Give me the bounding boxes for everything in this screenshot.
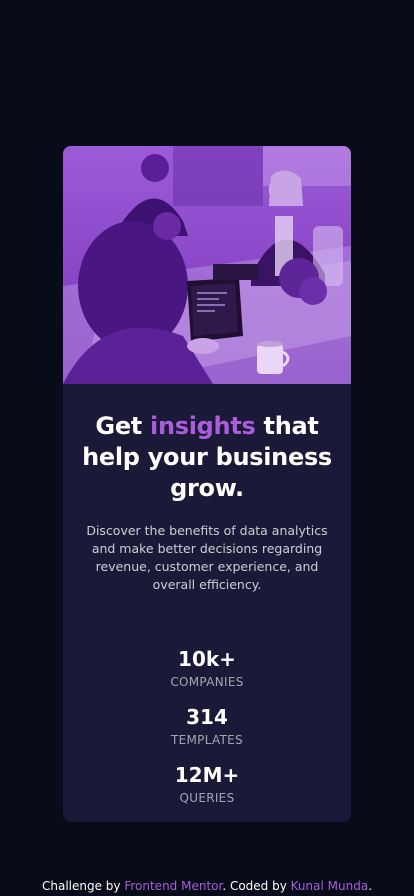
stat-templates: 314 TEMPLATES xyxy=(77,704,337,748)
attribution-middle: . Coded by xyxy=(222,879,291,893)
card-content: Get insights that help your business gro… xyxy=(63,411,351,806)
hero-image xyxy=(63,146,351,384)
stat-label: COMPANIES xyxy=(170,675,244,689)
stats-card: Get insights that help your business gro… xyxy=(63,146,351,822)
stat-value: 314 xyxy=(186,705,228,729)
stat-value: 10k+ xyxy=(178,647,236,671)
office-photo-illustration xyxy=(63,146,351,384)
stat-queries: 12M+ QUERIES xyxy=(77,762,337,806)
attribution: Challenge by Frontend Mentor. Coded by K… xyxy=(0,877,414,895)
card-title: Get insights that help your business gro… xyxy=(77,411,337,504)
attribution-prefix: Challenge by xyxy=(41,879,125,893)
stat-label: TEMPLATES xyxy=(171,733,243,747)
stat-value: 12M+ xyxy=(174,763,240,787)
stat-label: QUERIES xyxy=(179,791,235,805)
frontend-mentor-link[interactable]: Frontend Mentor xyxy=(124,879,222,893)
attribution-suffix: . xyxy=(368,879,373,893)
title-accent: insights xyxy=(150,412,256,440)
page: Get insights that help your business gro… xyxy=(0,0,414,896)
stat-companies: 10k+ COMPANIES xyxy=(77,646,337,690)
stats-list: 10k+ COMPANIES 314 TEMPLATES 12M+ QUERIE… xyxy=(77,646,337,806)
card-description: Discover the benefits of data analytics … xyxy=(86,523,328,592)
author-link[interactable]: Kunal Munda xyxy=(291,879,369,893)
title-before: Get xyxy=(95,412,151,440)
